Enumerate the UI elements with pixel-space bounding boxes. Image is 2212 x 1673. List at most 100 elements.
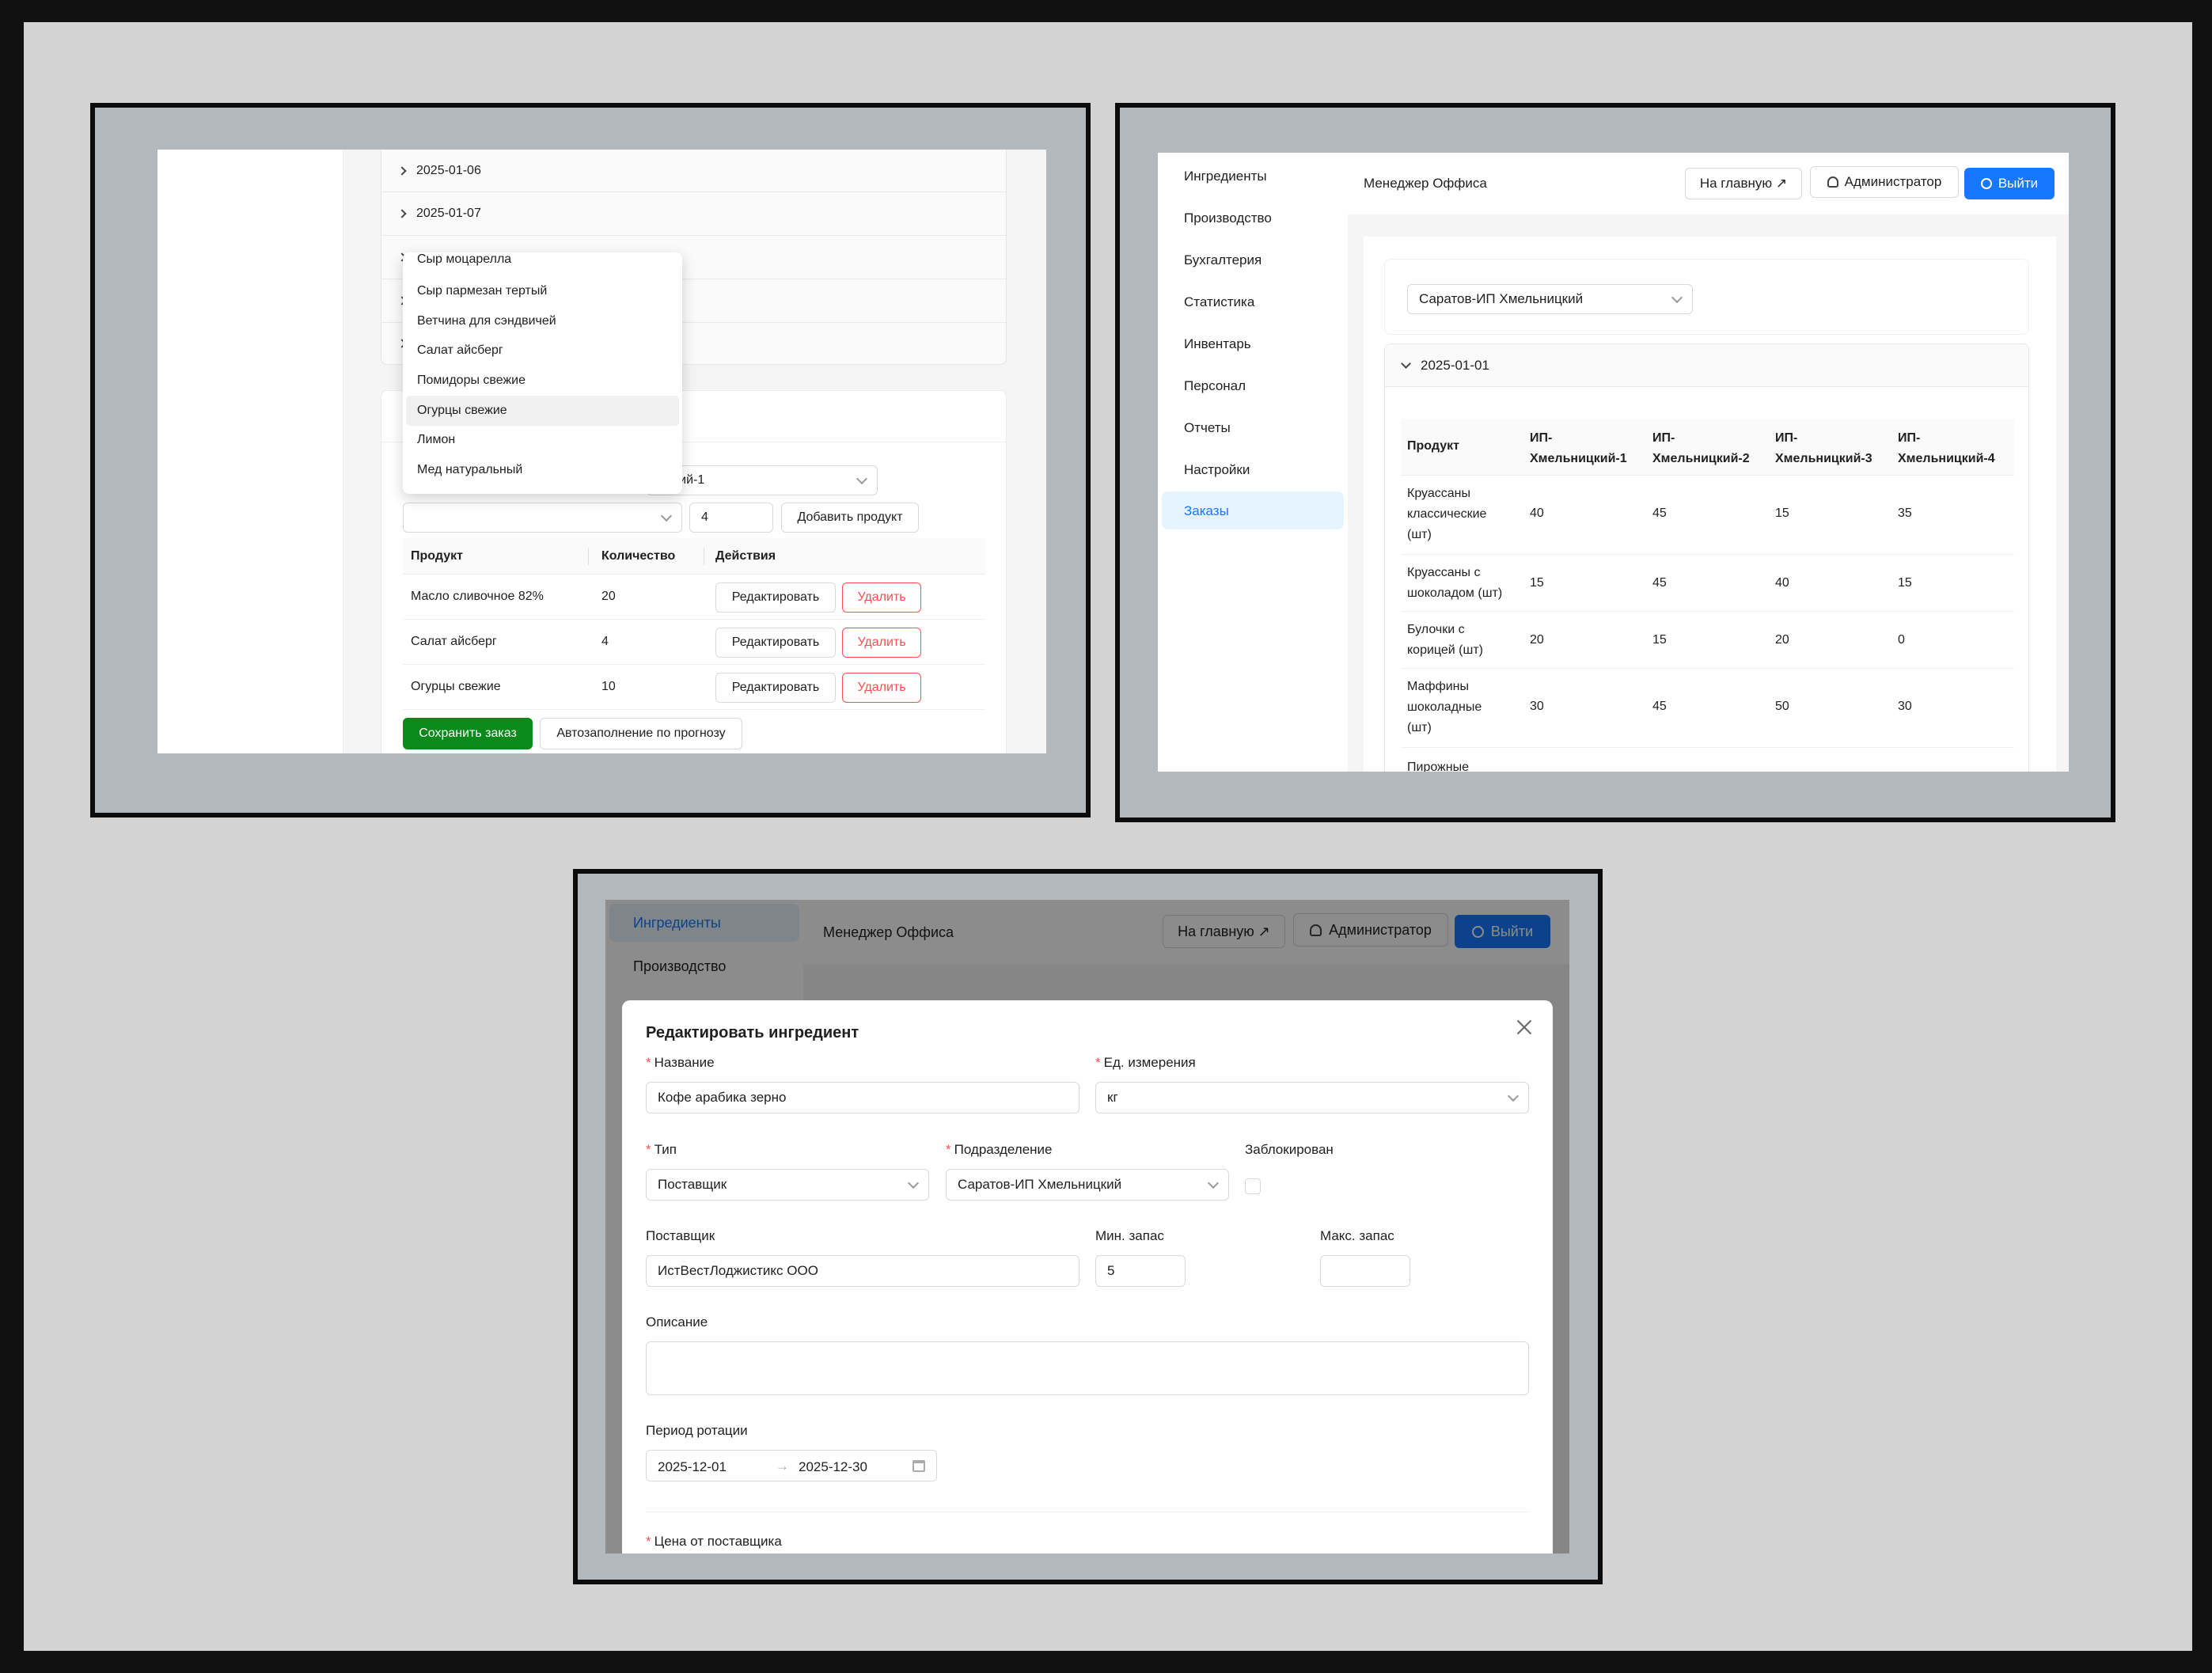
dropdown-option[interactable]: Салат айсберг	[417, 343, 503, 358]
product-cell: Булочки с корицей (шт)	[1407, 623, 1483, 657]
sidebar-item-reports[interactable]: Отчеты	[1184, 420, 1231, 436]
column-header: Действия	[715, 549, 776, 563]
product-select[interactable]	[403, 503, 682, 533]
calendar-icon	[912, 1460, 925, 1472]
order-editor-screen: 2025-01-06 2025-01-07 цкий-1 4 Добавить …	[157, 150, 1046, 753]
ingredient-edit-panel: Ингредиенты Производство Менеджер Оффиса…	[573, 869, 1603, 1584]
dropdown-option[interactable]: Помидоры свежие	[417, 374, 525, 388]
division-select[interactable]: Саратов-ИП Хмельницкий	[946, 1169, 1229, 1201]
sidebar-item-inventory[interactable]: Инвентарь	[1184, 336, 1251, 352]
add-product-button[interactable]: Добавить продукт	[781, 503, 919, 533]
quantity-input-value: 4	[701, 510, 708, 524]
unit-select[interactable]: кг	[1095, 1082, 1529, 1113]
chevron-down-icon	[856, 472, 868, 485]
type-select[interactable]: Поставщик	[646, 1169, 929, 1201]
table-row: Масло сливочное 82% 20 Редактировать Уда…	[403, 575, 985, 620]
delete-button[interactable]: Удалить	[842, 582, 921, 613]
orders-report-panel: Ингредиенты Производство Бухгалтерия Ста…	[1115, 103, 2115, 822]
product-cell: Круассаны классические (шт)	[1407, 487, 1487, 541]
dropdown-option-selected[interactable]: Огурцы свежие	[417, 404, 507, 418]
rotation-label: Период ротации	[646, 1423, 748, 1438]
close-icon[interactable]	[1515, 1018, 1534, 1037]
sidebar-item-orders[interactable]: Заказы	[1162, 491, 1344, 529]
chevron-down-icon	[907, 1177, 920, 1189]
description-label: Описание	[646, 1314, 708, 1330]
edit-button[interactable]: Редактировать	[715, 673, 836, 703]
rotation-range-picker[interactable]: 2025-12-01 → 2025-12-30	[646, 1450, 937, 1481]
app-header: Менеджер Оффиса На главную ↗ Администрат…	[1348, 153, 2069, 214]
dropdown-option[interactable]: Сыр пармезан тертый	[417, 284, 547, 298]
name-input[interactable]: Кофе арабика зерно	[646, 1082, 1079, 1113]
dropdown-option[interactable]: Сыр моцарелла	[417, 252, 511, 267]
division-select-value: Саратов-ИП Хмельницкий	[958, 1177, 1122, 1192]
value-cell: 45	[1652, 576, 1667, 590]
min-stock-input[interactable]: 5	[1095, 1255, 1186, 1287]
value-cell: 15	[1898, 576, 1912, 590]
supplier-input[interactable]: ИстВестЛоджистикс ООО	[646, 1255, 1079, 1287]
sidebar-item-statistics[interactable]: Статистика	[1184, 294, 1254, 310]
table-row: Булочки с корицей (шт) 20 15 20 0	[1401, 612, 2014, 669]
date-collapse-header[interactable]: 2025-01-01	[1385, 344, 2028, 387]
description-textarea[interactable]	[646, 1341, 1529, 1395]
sidebar-item-accounting[interactable]: Бухгалтерия	[1184, 252, 1262, 268]
rotation-end[interactable]: 2025-12-30	[799, 1459, 867, 1475]
chevron-right-icon	[397, 209, 407, 218]
sidebar-item-production[interactable]: Производство	[1184, 211, 1272, 226]
table-row: Круассаны классические (шт) 40 45 15 35	[1401, 476, 2014, 555]
sidebar-item-staff[interactable]: Персонал	[1184, 378, 1246, 394]
name-input-value: Кофе арабика зерно	[658, 1090, 787, 1105]
table-header: Продукт ИП-Хмельницкий-1 ИП-Хмельницкий-…	[1401, 419, 2014, 476]
dropdown-option[interactable]: Мед натуральный	[417, 463, 522, 477]
column-divider	[588, 548, 589, 565]
table-row: Пирожные	[1401, 748, 2014, 772]
date-collapse: 2025-01-01 Продукт ИП-Хмельницкий-1 ИП-Х…	[1384, 343, 2029, 772]
value-cell: 15	[1652, 633, 1667, 647]
date-label: 2025-01-06	[416, 163, 481, 177]
filter-card: Саратов-ИП Хмельницкий	[1384, 259, 2029, 335]
type-select-value: Поставщик	[658, 1177, 727, 1192]
column-header: Продукт	[1407, 439, 1459, 453]
date-label: 2025-01-07	[416, 207, 481, 220]
value-cell: 45	[1652, 506, 1667, 520]
date-row[interactable]: 2025-01-06	[381, 150, 1006, 192]
chevron-down-icon	[1507, 1090, 1520, 1102]
dropdown-option[interactable]: Ветчина для сэндвичей	[417, 314, 556, 328]
value-cell: 40	[1775, 576, 1789, 590]
max-stock-label: Макс. запас	[1320, 1228, 1394, 1243]
type-label: * Тип	[646, 1142, 677, 1157]
qty-cell: 4	[601, 635, 609, 648]
dropdown-option[interactable]: Лимон	[417, 433, 455, 447]
column-header: ИП-Хмельницкий-1	[1530, 431, 1627, 465]
max-stock-input[interactable]	[1320, 1255, 1410, 1287]
logout-button[interactable]: Выйти	[1964, 168, 2055, 199]
date-label: 2025-01-01	[1421, 357, 1489, 373]
autofill-button[interactable]: Автозаполнение по прогнозу	[540, 718, 742, 749]
orders-report-screen: Ингредиенты Производство Бухгалтерия Ста…	[1158, 153, 2069, 772]
modal-title: Редактировать ингредиент	[646, 1024, 859, 1041]
admin-button[interactable]: Администратор	[1810, 166, 1959, 198]
value-cell: 30	[1530, 700, 1544, 713]
sidebar-item-settings[interactable]: Настройки	[1184, 462, 1250, 478]
edit-button[interactable]: Редактировать	[715, 628, 836, 658]
blocked-checkbox[interactable]	[1245, 1178, 1261, 1194]
rotation-start[interactable]: 2025-12-01	[658, 1459, 727, 1475]
value-cell: 0	[1898, 633, 1905, 647]
division-select[interactable]: Саратов-ИП Хмельницкий	[1407, 284, 1693, 314]
sidebar-item-ingredients[interactable]: Ингредиенты	[1184, 169, 1267, 184]
value-cell: 15	[1530, 576, 1544, 590]
blocked-label: Заблокирован	[1245, 1142, 1334, 1157]
orders-table: Продукт ИП-Хмельницкий-1 ИП-Хмельницкий-…	[1401, 419, 2014, 772]
home-button[interactable]: На главную ↗	[1685, 168, 1802, 199]
qty-cell: 10	[601, 680, 616, 693]
quantity-input[interactable]: 4	[689, 503, 773, 533]
product-cell: Пирожные	[1407, 761, 1469, 772]
logout-icon	[1980, 178, 1992, 189]
delete-button[interactable]: Удалить	[842, 628, 921, 658]
table-row: Огурцы свежие 10 Редактировать Удалить	[403, 665, 985, 710]
save-order-button[interactable]: Сохранить заказ	[403, 718, 533, 749]
sidebar-item-label: Заказы	[1184, 503, 1229, 518]
ingredient-edit-screen: Ингредиенты Производство Менеджер Оффиса…	[605, 900, 1569, 1554]
edit-button[interactable]: Редактировать	[715, 582, 836, 613]
date-row[interactable]: 2025-01-07	[381, 192, 1006, 236]
delete-button[interactable]: Удалить	[842, 673, 921, 703]
